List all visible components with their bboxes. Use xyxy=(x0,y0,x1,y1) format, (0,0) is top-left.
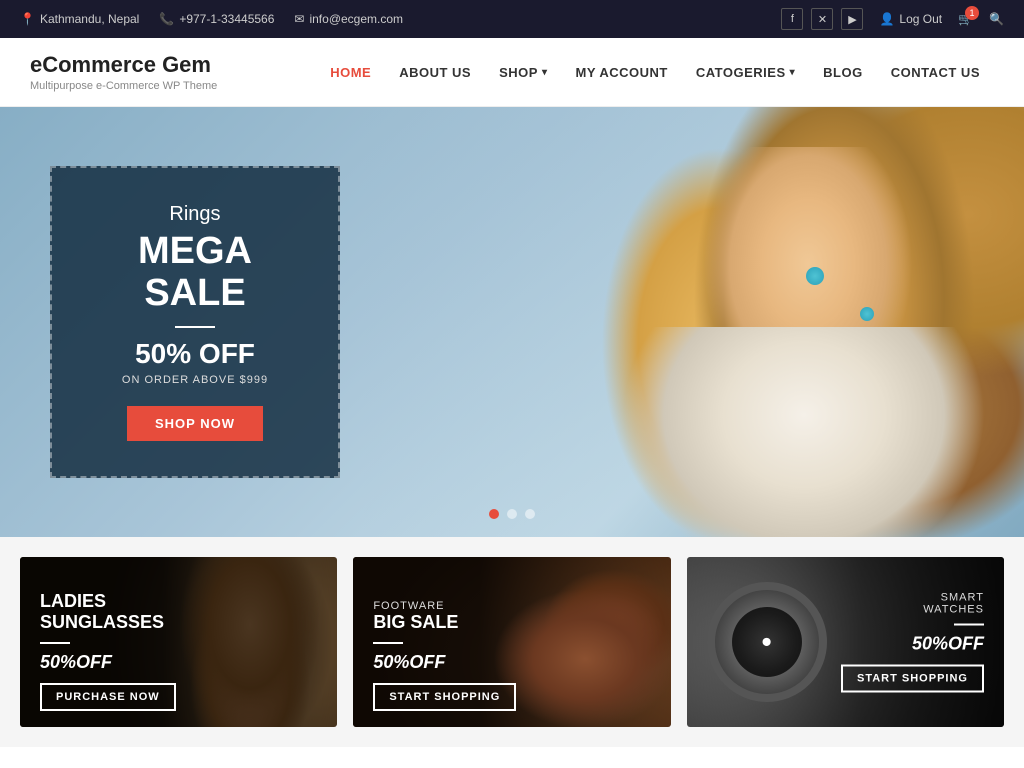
promo-2-content: FOOTWARE BIG SALE 50%OFF START SHOPPING xyxy=(353,584,536,727)
slider-dots xyxy=(489,509,535,519)
promo-section: LADIESSUNGLASSES 50%OFF PURCHASE NOW FOO… xyxy=(0,537,1024,747)
promo-2-divider xyxy=(373,642,403,644)
facebook-icon[interactable]: f xyxy=(781,8,803,30)
nav-about[interactable]: ABOUT US xyxy=(385,57,485,88)
email-text: info@ecgem.com xyxy=(309,12,403,26)
promo-3-content: SMARTWATCHES 50%OFF START SHOPPING xyxy=(841,592,984,693)
cart-button[interactable]: 🛒 1 xyxy=(958,12,973,26)
hero-title: MEGA SALE xyxy=(92,231,298,315)
twitter-icon[interactable]: ✕ xyxy=(811,8,833,30)
search-button[interactable]: 🔍 xyxy=(989,12,1004,26)
nav-home[interactable]: HOME xyxy=(316,57,385,88)
hero-promo-box: Rings MEGA SALE 50% OFF ON ORDER ABOVE $… xyxy=(50,166,340,479)
nav-account-label: MY ACCOUNT xyxy=(575,65,667,80)
phone-icon xyxy=(159,12,174,26)
location-text: Kathmandu, Nepal xyxy=(40,12,139,26)
hero-ring-accent-1 xyxy=(806,267,824,285)
hero-divider xyxy=(175,326,215,328)
promo-2-label: FOOTWARE xyxy=(373,600,516,612)
nav-blog-label: BLOG xyxy=(823,65,863,80)
nav-account[interactable]: MY ACCOUNT xyxy=(561,57,681,88)
watch-inner: ⬤ xyxy=(732,607,802,677)
nav-categories-label: CATOGERIES xyxy=(696,65,786,80)
promo-3-discount: 50%OFF xyxy=(841,634,984,655)
hero-content: Rings MEGA SALE 50% OFF ON ORDER ABOVE $… xyxy=(50,166,340,479)
nav-shop-label: SHOP xyxy=(499,65,538,80)
logout-button[interactable]: 👤 Log Out xyxy=(879,12,942,26)
nav-shop[interactable]: SHOP ▾ xyxy=(485,57,561,88)
chevron-down-icon: ▾ xyxy=(542,67,548,78)
promo-3-label: SMARTWATCHES xyxy=(841,592,984,616)
phone-item: +977-1-33445566 xyxy=(159,12,274,26)
promo-2-cta[interactable]: START SHOPPING xyxy=(373,683,516,711)
hero-ring-accent-2 xyxy=(860,307,874,321)
promo-card-sunglasses[interactable]: LADIESSUNGLASSES 50%OFF PURCHASE NOW xyxy=(20,557,337,727)
promo-card-footwear[interactable]: FOOTWARE BIG SALE 50%OFF START SHOPPING xyxy=(353,557,670,727)
user-icon: 👤 xyxy=(879,12,894,26)
slider-dot-3[interactable] xyxy=(525,509,535,519)
nav-blog[interactable]: BLOG xyxy=(809,57,877,88)
slider-dot-2[interactable] xyxy=(507,509,517,519)
top-bar-right: f ✕ ▶ 👤 Log Out 🛒 1 🔍 xyxy=(781,8,1004,30)
phone-text: +977-1-33445566 xyxy=(179,12,274,26)
promo-1-divider xyxy=(40,642,70,644)
hero-section: Rings MEGA SALE 50% OFF ON ORDER ABOVE $… xyxy=(0,107,1024,537)
email-item: info@ecgem.com xyxy=(294,12,403,26)
promo-3-cta[interactable]: START SHOPPING xyxy=(841,665,984,693)
youtube-icon[interactable]: ▶ xyxy=(841,8,863,30)
promo-1-content: LADIESSUNGLASSES 50%OFF PURCHASE NOW xyxy=(20,575,196,727)
promo-3-divider xyxy=(954,624,984,626)
hero-cta-button[interactable]: SHOP NOW xyxy=(127,406,263,441)
top-bar: Kathmandu, Nepal +977-1-33445566 info@ec… xyxy=(0,0,1024,38)
nav-categories[interactable]: CATOGERIES ▾ xyxy=(682,57,809,88)
promo-card-watches[interactable]: ⬤ SMARTWATCHES 50%OFF START SHOPPING xyxy=(687,557,1004,727)
email-icon xyxy=(294,12,304,26)
main-nav: HOME ABOUT US SHOP ▾ MY ACCOUNT CATOGERI… xyxy=(316,57,994,88)
hero-subtitle: Rings xyxy=(92,203,298,226)
cart-badge: 1 xyxy=(965,6,979,20)
promo-2-discount: 50%OFF xyxy=(373,652,516,673)
promo-1-title: LADIESSUNGLASSES xyxy=(40,591,176,634)
hero-image xyxy=(307,107,1024,537)
header: eCommerce Gem Multipurpose e-Commerce WP… xyxy=(0,38,1024,107)
nav-contact-label: CONTACT US xyxy=(891,65,980,80)
logo-subtitle: Multipurpose e-Commerce WP Theme xyxy=(30,80,217,92)
top-bar-left: Kathmandu, Nepal +977-1-33445566 info@ec… xyxy=(20,12,403,26)
promo-1-discount: 50%OFF xyxy=(40,652,176,673)
nav-home-label: HOME xyxy=(330,65,371,80)
logo[interactable]: eCommerce Gem Multipurpose e-Commerce WP… xyxy=(30,52,217,92)
social-icons: f ✕ ▶ xyxy=(781,8,863,30)
logout-label: Log Out xyxy=(899,12,942,26)
logo-title: eCommerce Gem xyxy=(30,52,217,78)
slider-dot-1[interactable] xyxy=(489,509,499,519)
promo-1-cta[interactable]: PURCHASE NOW xyxy=(40,683,176,711)
hero-discount: 50% OFF xyxy=(92,338,298,370)
promo-2-title: BIG SALE xyxy=(373,612,516,634)
hero-clothing-layer xyxy=(614,327,994,537)
location-icon xyxy=(20,12,35,26)
nav-contact[interactable]: CONTACT US xyxy=(877,57,994,88)
location-item: Kathmandu, Nepal xyxy=(20,12,139,26)
chevron-down-icon-2: ▾ xyxy=(790,67,796,78)
hero-condition: ON ORDER ABOVE $999 xyxy=(92,374,298,386)
nav-about-label: ABOUT US xyxy=(399,65,471,80)
